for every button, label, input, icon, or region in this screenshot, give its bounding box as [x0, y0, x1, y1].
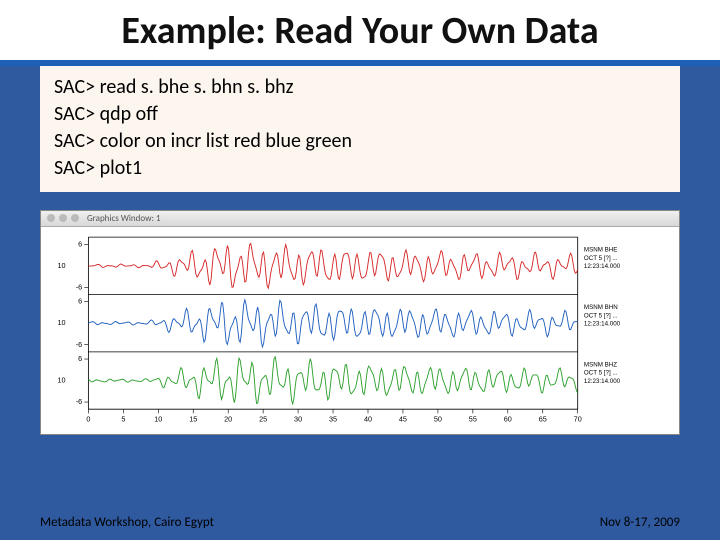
svg-text:10: 10: [154, 414, 162, 423]
slide-title: Example: Read Your Own Data: [40, 10, 680, 54]
svg-text:20: 20: [224, 414, 232, 423]
svg-text:10: 10: [58, 375, 66, 384]
svg-text:25: 25: [259, 414, 267, 423]
code-line: SAC> read s. bhe s. bhn s. bhz: [54, 74, 666, 101]
code-line: SAC> plot1: [54, 155, 666, 182]
svg-text:50: 50: [434, 414, 442, 423]
svg-text:70: 70: [574, 414, 582, 423]
slide-title-block: Example: Read Your Own Data: [0, 0, 720, 66]
svg-text:OCT 5 [?] ...: OCT 5 [?] ...: [584, 312, 618, 319]
svg-text:-6: -6: [76, 340, 82, 349]
footer-left: Metadata Workshop, Cairo Egypt: [40, 515, 214, 530]
window-controls-icon: [47, 214, 79, 222]
svg-text:6: 6: [78, 354, 82, 363]
svg-text:10: 10: [58, 261, 66, 270]
svg-text:12:23:14.000: 12:23:14.000: [584, 378, 621, 385]
svg-text:6: 6: [78, 239, 82, 248]
seismogram-plot: -6610MSNM BHEOCT 5 [?] ...12:23:14.000-6…: [49, 233, 671, 430]
plot-area: -6610MSNM BHEOCT 5 [?] ...12:23:14.000-6…: [41, 227, 679, 434]
svg-text:-6: -6: [76, 397, 82, 406]
svg-text:30: 30: [294, 414, 302, 423]
svg-text:12:23:14.000: 12:23:14.000: [584, 263, 621, 270]
sac-graphics-window: Graphics Window: 1 -6 6 10 MSNM BHE OCT 5 [?…: [40, 210, 680, 435]
svg-text:OCT 5 [?] ...: OCT 5 [?] ...: [584, 369, 618, 376]
svg-text:MSNM BHE: MSNM BHE: [584, 246, 617, 253]
window-title: Graphics Window: 1: [87, 213, 161, 224]
svg-text:5: 5: [121, 414, 125, 423]
code-line: SAC> color on incr list red blue green: [54, 128, 666, 155]
svg-text:MSNM BHZ: MSNM BHZ: [584, 361, 617, 368]
svg-text:0: 0: [86, 414, 90, 423]
sac-command-box: SAC> read s. bhe s. bhn s. bhz SAC> qdp …: [40, 66, 680, 192]
svg-text:35: 35: [329, 414, 337, 423]
svg-text:45: 45: [399, 414, 407, 423]
svg-text:6: 6: [78, 296, 82, 305]
svg-text:-6: -6: [76, 282, 82, 291]
window-titlebar: Graphics Window: 1: [41, 211, 679, 227]
footer-right: Nov 8-17, 2009: [600, 515, 680, 530]
svg-text:OCT 5 [?] ...: OCT 5 [?] ...: [584, 255, 618, 262]
slide-footer: Metadata Workshop, Cairo Egypt Nov 8-17,…: [0, 515, 720, 530]
code-line: SAC> qdp off: [54, 101, 666, 128]
svg-text:40: 40: [364, 414, 372, 423]
svg-text:MSNM BHN: MSNM BHN: [584, 304, 618, 311]
svg-text:10: 10: [58, 318, 66, 327]
svg-text:60: 60: [504, 414, 512, 423]
svg-text:65: 65: [539, 414, 547, 423]
svg-text:55: 55: [469, 414, 477, 423]
svg-text:15: 15: [189, 414, 197, 423]
svg-text:12:23:14.000: 12:23:14.000: [584, 320, 621, 327]
